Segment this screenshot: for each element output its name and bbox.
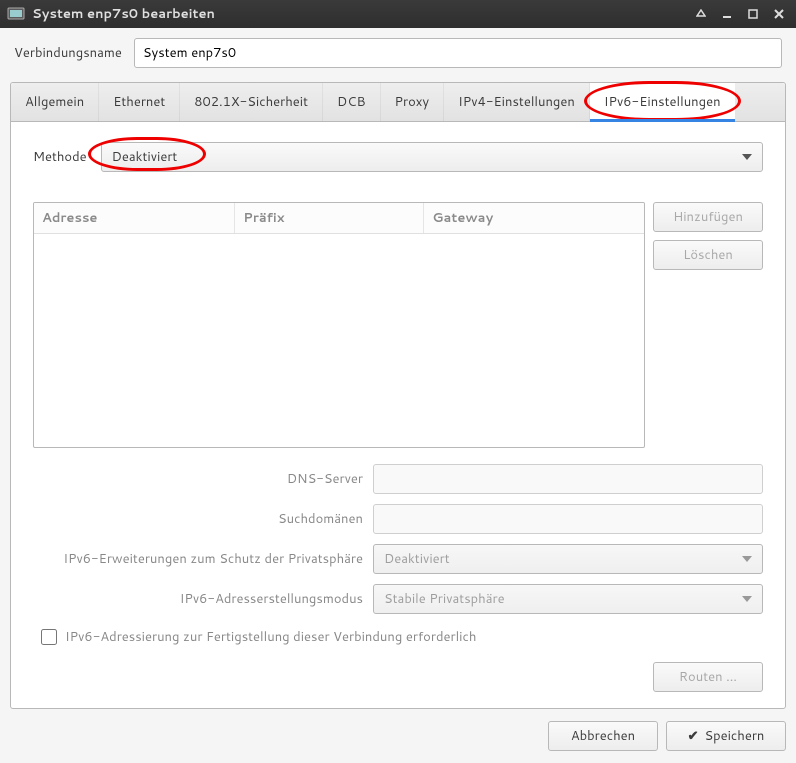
settings-notebook: Allgemein Ethernet 802.1X-Sicherheit DCB… [10,82,786,709]
connection-name-row: Verbindungsname [10,38,786,68]
tab-ipv6[interactable]: IPv6-Einstellungen [590,83,735,121]
tab-dcb[interactable]: DCB [323,83,380,121]
window-titlebar: System enp7s0 bearbeiten [0,0,796,28]
chevron-down-icon [742,596,752,602]
required-label: IPv6-Adressierung zur Fertigstellung die… [65,628,476,646]
addrgen-row: IPv6-Adresserstellungsmodus Stabile Priv… [33,584,763,614]
method-combo[interactable]: Deaktiviert [101,142,763,172]
tab-general[interactable]: Allgemein [11,83,99,121]
cancel-button[interactable]: Abbrechen [548,721,658,751]
tab-8021x[interactable]: 802.1X-Sicherheit [180,83,323,121]
method-row: Methode Deaktiviert [33,142,763,172]
address-buttons: Hinzufügen Löschen [653,202,763,448]
ipv6-panel: Methode Deaktiviert Adresse Präfix Gatew… [11,122,785,708]
tab-ipv4[interactable]: IPv4-Einstellungen [444,83,590,121]
search-row: Suchdomänen [33,504,763,534]
dns-label: DNS-Server [33,470,363,488]
privacy-label: IPv6-Erweiterungen zum Schutz der Privat… [33,550,363,568]
method-label: Methode [33,148,87,166]
tab-bar: Allgemein Ethernet 802.1X-Sicherheit DCB… [11,83,785,122]
chevron-down-icon [742,556,752,562]
col-gateway: Gateway [424,203,644,233]
tab-ethernet[interactable]: Ethernet [99,83,180,121]
address-table-header: Adresse Präfix Gateway [34,203,644,234]
search-input[interactable] [373,504,763,534]
app-icon [6,5,26,23]
address-table[interactable]: Adresse Präfix Gateway [33,202,645,448]
delete-address-button[interactable]: Löschen [653,240,763,270]
main-content: Verbindungsname Allgemein Ethernet 802.1… [0,28,796,709]
privacy-value: Deaktiviert [384,550,450,568]
minimize-icon[interactable] [720,7,734,21]
required-checkbox[interactable] [41,629,57,645]
chevron-down-icon [742,154,752,160]
required-check-row: IPv6-Adressierung zur Fertigstellung die… [33,628,763,646]
keep-above-icon[interactable] [694,7,708,21]
addrgen-combo[interactable]: Stabile Privatsphäre [373,584,763,614]
privacy-combo[interactable]: Deaktiviert [373,544,763,574]
privacy-row: IPv6-Erweiterungen zum Schutz der Privat… [33,544,763,574]
close-icon[interactable] [772,7,786,21]
add-address-button[interactable]: Hinzufügen [653,202,763,232]
connection-name-input[interactable] [134,38,782,68]
window-title: System enp7s0 bearbeiten [32,5,694,23]
col-prefix: Präfix [235,203,424,233]
check-icon: ✔ [688,727,699,745]
save-button[interactable]: ✔ Speichern [666,721,786,751]
dns-row: DNS-Server [33,464,763,494]
dialog-actions: Abbrechen ✔ Speichern [0,709,796,763]
ipv6-form: DNS-Server Suchdomänen IPv6-Erweiterunge… [33,464,763,614]
addrgen-value: Stabile Privatsphäre [384,590,505,608]
maximize-icon[interactable] [746,7,760,21]
connection-name-label: Verbindungsname [14,44,122,62]
dns-input[interactable] [373,464,763,494]
search-label: Suchdomänen [33,510,363,528]
address-area: Adresse Präfix Gateway Hinzufügen Lösche… [33,202,763,448]
routes-button[interactable]: Routen … [653,662,763,692]
col-address: Adresse [34,203,235,233]
routes-row: Routen … [33,662,763,692]
method-value: Deaktiviert [112,148,178,166]
window-controls [694,7,786,21]
addrgen-label: IPv6-Adresserstellungsmodus [33,590,363,608]
tab-proxy[interactable]: Proxy [381,83,445,121]
